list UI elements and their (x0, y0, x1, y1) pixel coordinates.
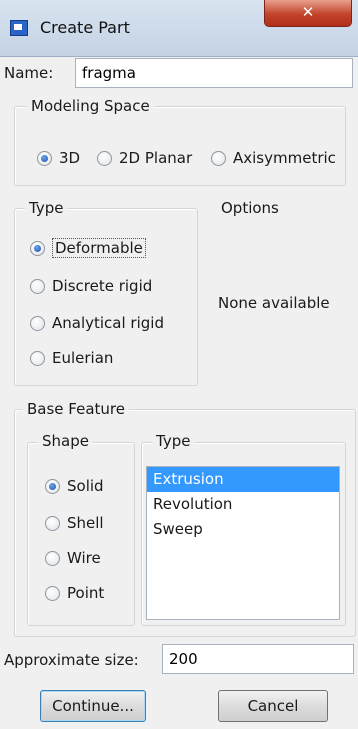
radio-wire-label: Wire (67, 549, 101, 567)
radio-button-icon (30, 278, 45, 294)
radio-shell-label: Shell (67, 514, 104, 532)
radio-point[interactable]: Point (45, 584, 104, 602)
radio-analytical-rigid-label: Analytical rigid (52, 314, 164, 332)
name-input[interactable] (75, 58, 353, 88)
list-item-revolution[interactable]: Revolution (147, 492, 339, 517)
radio-axisymmetric-label: Axisymmetric (233, 149, 336, 167)
approx-size-input[interactable] (162, 644, 354, 674)
title-bar: Create Part ✕ (0, 0, 358, 57)
close-button[interactable]: ✕ (264, 0, 352, 27)
feature-type-listbox[interactable]: Extrusion Revolution Sweep (146, 466, 340, 620)
radio-button-icon (45, 515, 60, 531)
radio-discrete-rigid-label: Discrete rigid (52, 277, 153, 295)
radio-analytical-rigid[interactable]: Analytical rigid (30, 314, 164, 332)
radio-button-icon (45, 585, 60, 601)
radio-3d[interactable]: 3D (37, 149, 80, 167)
radio-axisymmetric[interactable]: Axisymmetric (211, 149, 336, 167)
radio-button-icon (30, 240, 45, 256)
window-icon (10, 20, 28, 36)
radio-discrete-rigid[interactable]: Discrete rigid (30, 277, 152, 295)
radio-3d-label: 3D (59, 149, 81, 167)
cancel-button[interactable]: Cancel (218, 690, 328, 722)
window-title: Create Part (40, 18, 130, 37)
options-title: Options (221, 199, 279, 217)
radio-button-icon (45, 478, 60, 494)
radio-eulerian[interactable]: Eulerian (30, 349, 113, 367)
radio-button-icon (30, 315, 45, 331)
list-item-extrusion[interactable]: Extrusion (147, 467, 339, 492)
radio-button-icon (97, 150, 112, 166)
type-title: Type (25, 199, 68, 217)
list-item-sweep[interactable]: Sweep (147, 517, 339, 542)
radio-2d-planar-label: 2D Planar (119, 149, 193, 167)
shape-title: Shape (38, 432, 93, 450)
radio-wire[interactable]: Wire (45, 549, 101, 567)
radio-button-icon (45, 550, 60, 566)
radio-button-icon (30, 350, 45, 366)
modeling-space-group (14, 106, 346, 186)
radio-eulerian-label: Eulerian (52, 349, 114, 367)
continue-button[interactable]: Continue... (40, 690, 146, 722)
name-label: Name: (4, 64, 54, 82)
approx-size-label: Approximate size: (4, 651, 139, 669)
close-icon: ✕ (301, 3, 315, 21)
radio-2d-planar[interactable]: 2D Planar (97, 149, 192, 167)
feature-type-title: Type (152, 432, 195, 450)
modeling-space-title: Modeling Space (27, 97, 154, 115)
radio-shell[interactable]: Shell (45, 514, 104, 532)
radio-point-label: Point (67, 584, 105, 602)
options-none-available: None available (218, 294, 330, 312)
radio-button-icon (211, 150, 226, 166)
radio-button-icon (37, 150, 52, 166)
radio-deformable[interactable]: Deformable (30, 238, 146, 258)
radio-deformable-label: Deformable (52, 238, 146, 258)
radio-solid[interactable]: Solid (45, 477, 104, 495)
base-feature-title: Base Feature (23, 400, 129, 418)
radio-solid-label: Solid (67, 477, 104, 495)
